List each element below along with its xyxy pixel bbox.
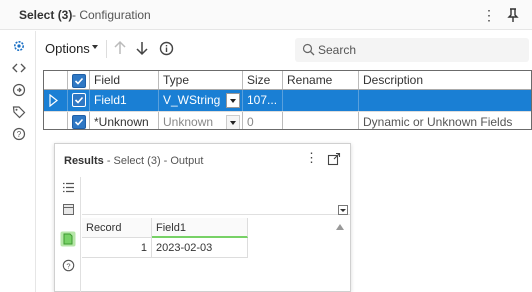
type-dropdown[interactable]: Unknown (159, 112, 243, 129)
window-subtitle: - Configuration (72, 8, 151, 22)
search-placeholder: Search (318, 43, 357, 57)
chevron-down-icon[interactable] (226, 115, 240, 129)
info-icon[interactable] (159, 41, 174, 56)
rename-cell[interactable] (283, 90, 359, 111)
options-menu-button[interactable]: Options (45, 41, 90, 56)
scroll-up-icon[interactable] (336, 224, 344, 230)
grid-header: Field Type Size Rename Description (44, 71, 531, 90)
record-number-cell: 1 (82, 238, 152, 258)
more-options-icon[interactable]: ⋮ (482, 6, 496, 24)
search-input[interactable]: Search (295, 38, 529, 62)
type-value: Unknown (163, 115, 214, 129)
gear-icon[interactable] (12, 39, 26, 53)
table-row[interactable]: *Unknown Unknown 0 Dynamic or Unknown Fi… (44, 111, 531, 129)
chevron-down-icon (92, 45, 98, 49)
header-select-all[interactable] (68, 71, 90, 89)
data-icon[interactable] (60, 231, 76, 247)
table-icon[interactable] (62, 203, 75, 216)
chevron-down-icon[interactable] (226, 93, 240, 108)
toolbar-divider (106, 40, 107, 58)
column-header-rename[interactable]: Rename (283, 71, 359, 89)
window-title: Select (3) (19, 8, 73, 22)
size-cell[interactable]: 107... (243, 90, 283, 111)
rename-cell[interactable] (283, 112, 359, 129)
arrow-down-icon[interactable] (135, 40, 149, 56)
results-panel: Results - Select (3) - Output ⋮ ? Record… (54, 143, 351, 292)
description-cell[interactable] (359, 90, 531, 111)
row-checkbox-cell[interactable] (68, 112, 90, 129)
column-header-description[interactable]: Description (359, 71, 531, 89)
results-title-main: Results (64, 155, 104, 167)
help-icon[interactable]: ? (62, 259, 75, 272)
left-rail: ? (0, 31, 36, 292)
header-spacer (44, 71, 68, 89)
results-title-sub: - Select (3) - Output (106, 155, 204, 167)
results-header-area (82, 177, 350, 215)
row-checkbox[interactable] (72, 115, 86, 129)
results-rail: ? (55, 177, 81, 292)
help-icon[interactable]: ? (12, 127, 26, 141)
field-name-cell[interactable]: *Unknown (90, 112, 159, 129)
description-cell[interactable]: Dynamic or Unknown Fields (359, 112, 531, 129)
column-header-size[interactable]: Size (243, 71, 283, 89)
list-icon[interactable] (62, 181, 75, 194)
title-bar: Select (3) - Configuration ⋮ (0, 0, 532, 30)
results-table: Record Field1 1 2023-02-03 (82, 218, 248, 258)
more-options-icon[interactable]: ⋮ (305, 150, 318, 166)
type-value: V_WString (163, 93, 221, 107)
table-row[interactable]: Field1 V_WString 107... (44, 90, 531, 111)
size-cell[interactable]: 0 (243, 112, 283, 129)
type-dropdown[interactable]: V_WString (159, 90, 243, 111)
column-header-record[interactable]: Record (82, 218, 152, 238)
field-grid: Field Type Size Rename Description Field… (43, 70, 532, 130)
row-indicator (44, 90, 68, 111)
row-checkbox[interactable] (72, 93, 86, 107)
select-all-checkbox[interactable] (72, 74, 86, 88)
arrow-up-icon[interactable] (113, 40, 127, 56)
field-name-cell[interactable]: Field1 (90, 90, 159, 111)
pin-icon[interactable] (505, 6, 521, 24)
refresh-icon[interactable] (12, 83, 26, 97)
row-checkbox-cell[interactable] (68, 90, 90, 111)
search-icon (302, 43, 315, 56)
column-header-field[interactable]: Field (90, 71, 159, 89)
svg-text:?: ? (17, 130, 22, 139)
tag-icon[interactable] (12, 105, 26, 119)
results-title: Results - Select (3) - Output (64, 155, 203, 167)
toolbar: Options Search (37, 31, 532, 67)
row-indicator (44, 112, 68, 129)
select-tool-window: Select (3) - Configuration ⋮ ? Options S… (0, 0, 532, 292)
field1-value-cell[interactable]: 2023-02-03 (152, 238, 248, 258)
column-header-field1[interactable]: Field1 (152, 218, 248, 238)
play-icon (49, 94, 59, 107)
code-icon[interactable] (12, 61, 26, 75)
popout-icon[interactable] (327, 152, 341, 166)
svg-text:?: ? (66, 262, 70, 271)
column-header-type[interactable]: Type (159, 71, 243, 89)
scroll-toggle-button[interactable] (338, 205, 348, 215)
